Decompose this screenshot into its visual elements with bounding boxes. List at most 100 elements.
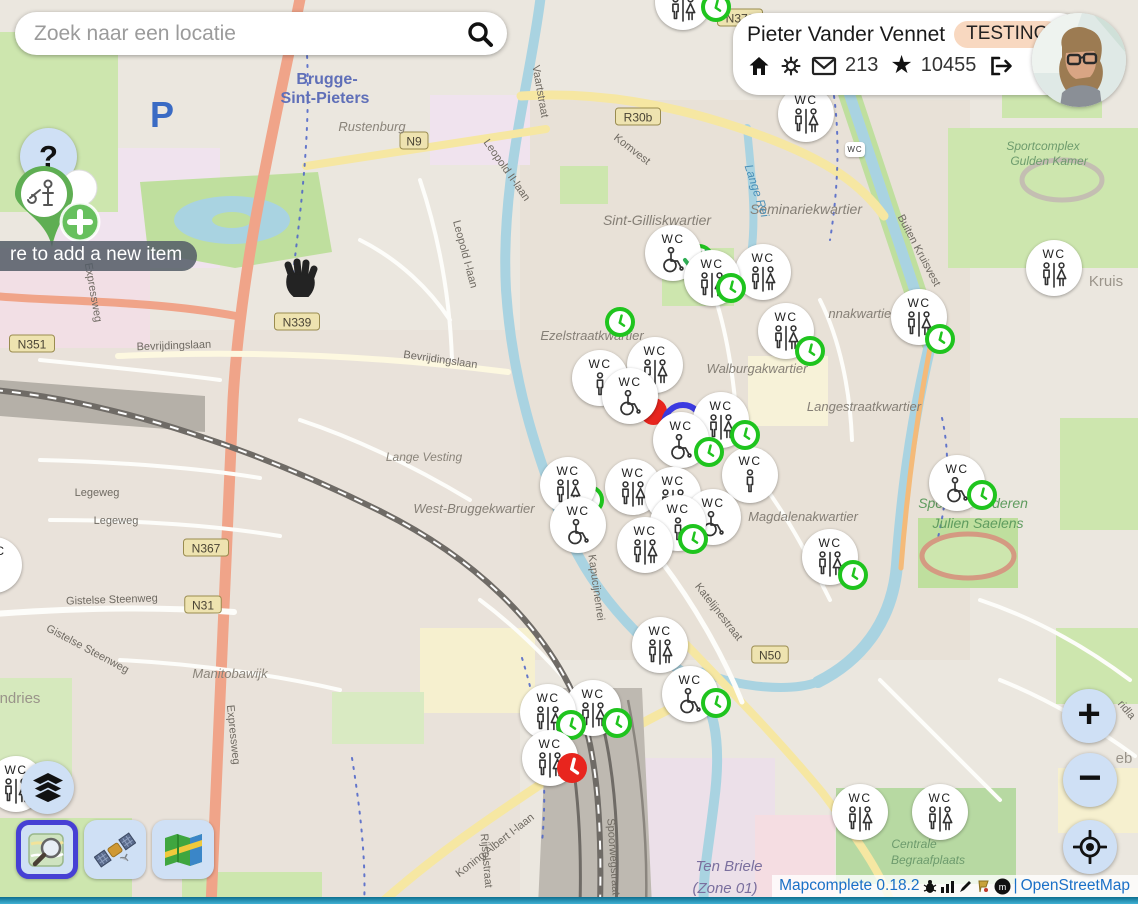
hand-cursor-icon <box>278 258 320 304</box>
opening-hours-badge-closed[interactable] <box>557 753 587 783</box>
pin-label: WC <box>662 233 685 245</box>
layers-icon <box>32 773 64 803</box>
pin-label: WC <box>567 505 590 517</box>
message-count[interactable]: 213 <box>845 54 878 77</box>
pin-label: WC <box>819 537 842 549</box>
road-ref-label: N367 <box>192 542 221 556</box>
place-label: Rustenburg <box>338 119 406 134</box>
pin-label: WC <box>710 400 733 412</box>
toilet-pin-mf[interactable]: WC <box>912 784 968 840</box>
pin-label: WC <box>670 420 693 432</box>
toilet-pin-wheelchair[interactable]: WC <box>550 497 606 553</box>
bug-icon[interactable] <box>923 879 937 894</box>
pin-label: WC <box>644 345 667 357</box>
place-label: nnakwartier <box>828 306 896 321</box>
toilet-pin-mf[interactable]: WC <box>1026 240 1082 296</box>
road-ref-label: R30b <box>624 111 653 125</box>
style-satellite-button[interactable] <box>84 820 146 879</box>
opening-hours-badge-open[interactable] <box>694 437 724 467</box>
mini-toilet-marker[interactable]: WC <box>845 142 865 157</box>
place-label: Sint-Pieters <box>281 90 370 107</box>
pin-label: WC <box>622 467 645 479</box>
search-icon[interactable] <box>466 20 494 48</box>
logout-icon[interactable] <box>988 54 1014 78</box>
tooltip-text: re to add a new item <box>10 244 182 266</box>
avatar[interactable] <box>1032 13 1126 107</box>
pin-label: WC <box>662 475 685 487</box>
place-label: Sportcomplex <box>1006 139 1080 153</box>
mastodon-icon[interactable]: m <box>994 878 1011 895</box>
pin-label: WC <box>539 738 562 750</box>
toilet-pin-mf[interactable]: WC <box>617 517 673 573</box>
toilet-pin-wheelchair[interactable]: WC <box>602 368 658 424</box>
place-label: Magdalenakwartier <box>748 509 859 524</box>
pin-label: WC <box>649 625 672 637</box>
place-label: eb <box>1116 750 1133 767</box>
opening-hours-badge-open[interactable] <box>602 708 632 738</box>
pin-label: WC <box>667 503 690 515</box>
osm-link[interactable]: OpenStreetMap <box>1021 877 1130 895</box>
star-count[interactable]: 10455 <box>921 54 977 77</box>
statistics-icon[interactable] <box>940 879 955 893</box>
opening-hours-badge-open[interactable] <box>730 420 760 450</box>
zoom-in-button[interactable]: + <box>1062 689 1116 743</box>
mapcomplete-app: N376R30bN9N339N351N367N31N50Brugge-Sint-… <box>0 0 1138 904</box>
stadium-track <box>922 534 1014 578</box>
pin-label: WC <box>946 463 969 475</box>
place-label: (Zone 01) <box>692 880 757 897</box>
opening-hours-badge-open[interactable] <box>795 336 825 366</box>
pin-label: WC <box>929 792 952 804</box>
opening-hours-badge-open[interactable] <box>925 324 955 354</box>
attribution-bar: Mapcomplete 0.18.2 m | OpenStreetMap <box>772 875 1138 897</box>
mail-icon[interactable] <box>811 55 837 77</box>
toilet-pin-mf[interactable]: WC <box>632 617 688 673</box>
opening-hours-badge-open[interactable] <box>716 273 746 303</box>
toilet-pin-mf[interactable]: WC <box>832 784 888 840</box>
style-map-button[interactable] <box>152 820 214 879</box>
place-label: West-Bruggekwartier <box>413 501 535 516</box>
opening-hours-badge-open[interactable] <box>701 688 731 718</box>
zoom-out-button[interactable]: − <box>1063 753 1117 807</box>
opening-hours-badge-open[interactable] <box>967 480 997 510</box>
pin-label: WC <box>619 376 642 388</box>
pin-label: WC <box>0 545 6 557</box>
place-label: Centrale <box>891 837 937 851</box>
plus-icon: + <box>1077 692 1100 737</box>
gear-icon[interactable] <box>779 54 803 78</box>
place-label: P <box>150 94 174 135</box>
opening-hours-badge-open[interactable] <box>678 524 708 554</box>
pin-label: WC <box>702 497 725 509</box>
pin-label: WC <box>557 465 580 477</box>
edit-icon[interactable] <box>958 879 973 894</box>
place-label: Lange Vesting <box>386 450 463 464</box>
pin-label: WC <box>582 688 605 700</box>
crosshair-icon <box>1073 830 1107 864</box>
pin-label: WC <box>849 792 872 804</box>
style-osm-carto-button[interactable] <box>16 820 78 879</box>
pin-label: WC <box>752 252 775 264</box>
place-label: Julien Saelens <box>931 515 1023 531</box>
place-label: ndries <box>0 690 40 707</box>
place-label: Legeweg <box>94 515 139 527</box>
road-ref-label: N31 <box>192 599 214 613</box>
place-label: Kruis <box>1089 273 1123 290</box>
layers-button[interactable] <box>21 761 74 814</box>
add-item-tooltip: re to add a new item <box>0 241 197 271</box>
app-version-link[interactable]: Mapcomplete 0.18.2 <box>779 877 919 895</box>
pin-label: WC <box>908 297 931 309</box>
pin-label: WC <box>701 258 724 270</box>
road-ref-label: N351 <box>18 338 47 352</box>
home-icon[interactable] <box>747 54 771 78</box>
translate-icon[interactable] <box>976 879 991 894</box>
pin-label: WC <box>634 525 657 537</box>
search-input[interactable] <box>15 22 466 46</box>
place-label: deren <box>992 495 1028 511</box>
satellite-icon <box>94 830 136 870</box>
pin-label: WC <box>1043 248 1066 260</box>
opening-hours-badge-open[interactable] <box>838 560 868 590</box>
geolocate-button[interactable] <box>1063 820 1117 874</box>
opening-hours-badge-open[interactable] <box>605 307 635 337</box>
pin-label: WC <box>775 311 798 323</box>
pin-label: WC <box>537 692 560 704</box>
place-label: Gulden Kamer <box>1010 154 1088 168</box>
